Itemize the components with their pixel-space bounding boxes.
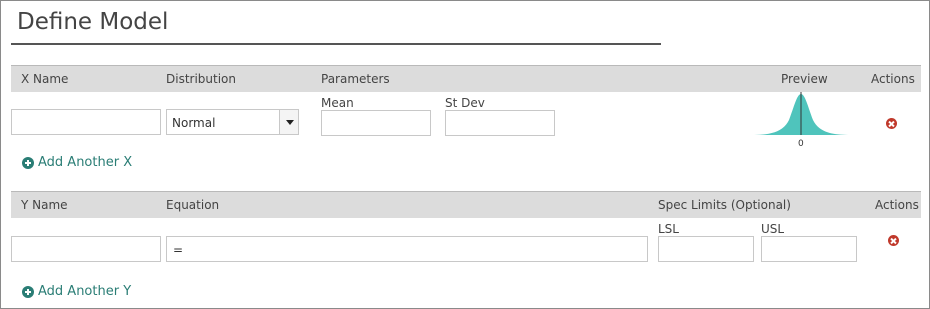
caret-down-icon: [286, 120, 294, 125]
x-table-header: X Name Distribution Parameters Preview A…: [11, 65, 921, 92]
close-circle-icon[interactable]: [888, 235, 899, 246]
usl-label: USL: [761, 222, 785, 236]
equation-input[interactable]: =: [166, 236, 648, 262]
page-title: Define Model: [17, 9, 169, 35]
x-actions-header: Actions: [871, 72, 915, 86]
x-name-input[interactable]: [11, 109, 161, 135]
equation-header: Equation: [166, 198, 220, 212]
dropdown-button[interactable]: [279, 110, 298, 134]
lsl-label: LSL: [658, 222, 679, 236]
mean-label: Mean: [321, 96, 354, 110]
close-circle-icon[interactable]: [886, 118, 897, 129]
y-name-input[interactable]: [11, 236, 161, 262]
distribution-header: Distribution: [166, 72, 237, 86]
add-another-x-link[interactable]: Add Another X: [38, 155, 132, 170]
preview-axis-tick: 0: [798, 139, 804, 149]
y-actions-header: Actions: [875, 198, 919, 212]
title-underline: [11, 43, 661, 45]
distribution-selected-value: Normal: [172, 116, 216, 130]
mean-input[interactable]: [321, 110, 431, 136]
add-another-y-link[interactable]: Add Another Y: [38, 284, 131, 299]
st-dev-input[interactable]: [445, 110, 555, 136]
plus-circle-icon[interactable]: [22, 286, 34, 298]
lsl-input[interactable]: [658, 236, 754, 262]
usl-input[interactable]: [761, 236, 857, 262]
x-name-header: X Name: [21, 72, 69, 86]
preview-header: Preview: [781, 72, 828, 86]
parameters-header: Parameters: [321, 72, 390, 86]
plus-circle-icon[interactable]: [22, 157, 34, 169]
define-model-panel: [0, 0, 930, 309]
y-name-header: Y Name: [21, 198, 68, 212]
st-dev-label: St Dev: [445, 96, 485, 110]
spec-limits-header: Spec Limits (Optional): [658, 198, 791, 212]
distribution-preview-chart: [751, 92, 851, 135]
y-table-header: Y Name Equation Spec Limits (Optional) A…: [11, 191, 921, 218]
distribution-select[interactable]: Normal: [166, 109, 299, 135]
